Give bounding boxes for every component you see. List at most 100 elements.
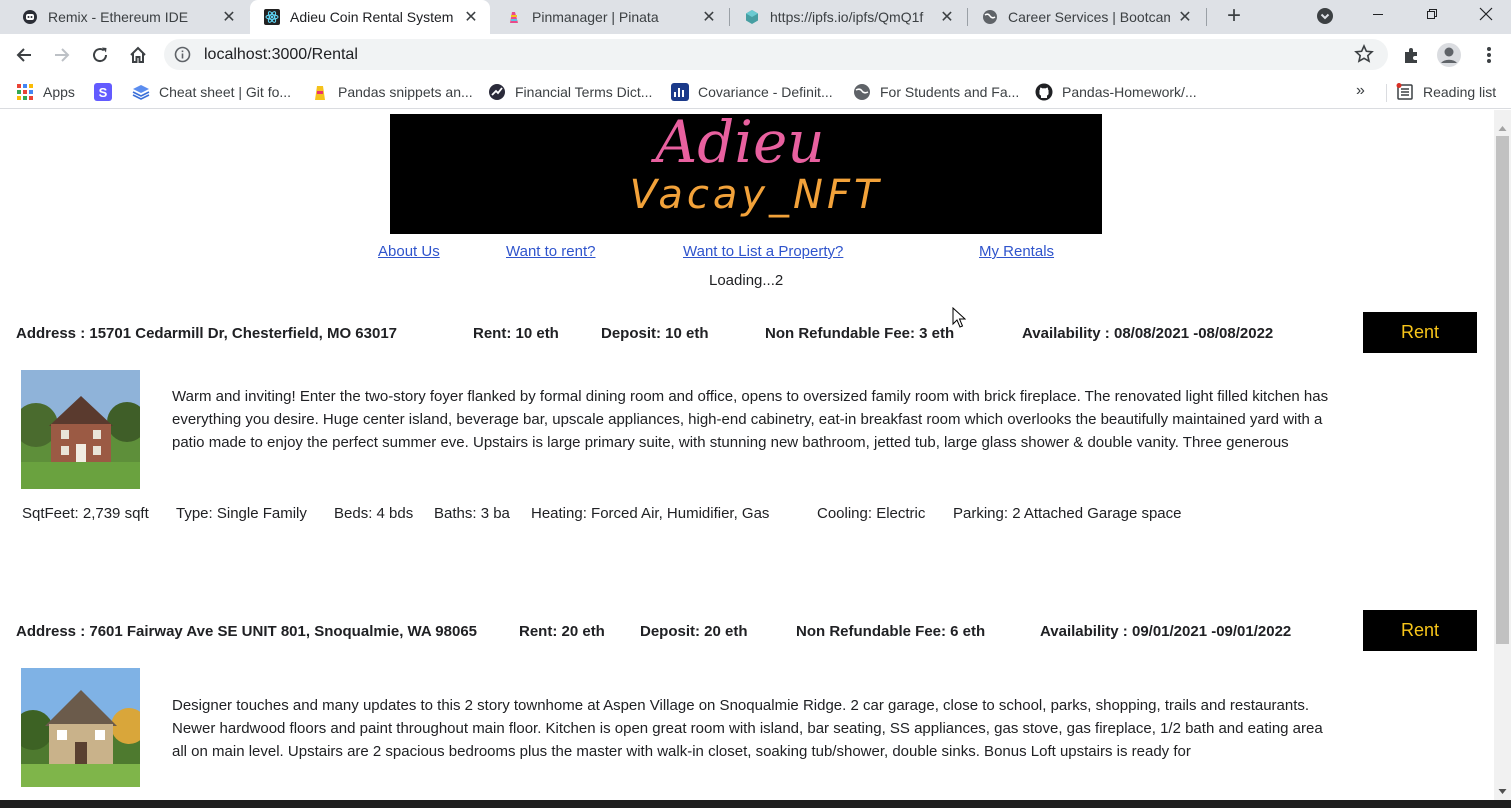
blue-stack-icon: [132, 83, 150, 101]
bookmark-students[interactable]: For Students and Fa...: [853, 82, 1019, 102]
reading-list-label: Reading list: [1423, 84, 1497, 100]
nav-my-rentals[interactable]: My Rentals: [979, 243, 1054, 260]
extensions-icon[interactable]: [1399, 42, 1425, 68]
close-tab-icon[interactable]: ✕: [462, 8, 480, 26]
tab-title: Adieu Coin Rental System: [290, 9, 454, 25]
profile-avatar-icon[interactable]: [1436, 42, 1462, 68]
tab-title: Pinmanager | Pinata: [532, 9, 659, 25]
chart-bookmark-icon: [671, 83, 689, 101]
back-icon[interactable]: [9, 40, 39, 70]
tab-title: https://ipfs.io/ipfs/QmQ1f: [770, 9, 924, 25]
listing-rent: Rent: 10 eth: [473, 325, 559, 342]
bookmark-label: Pandas-Homework/...: [1062, 84, 1197, 100]
banner-title-line1: Adieu: [650, 114, 824, 176]
close-tab-icon[interactable]: ✕: [1176, 8, 1194, 26]
page-scrollbar[interactable]: [1494, 110, 1511, 800]
react-icon: [264, 9, 280, 25]
restore-icon[interactable]: [1409, 0, 1455, 28]
close-tab-icon[interactable]: ✕: [700, 8, 718, 26]
listing-description: Warm and inviting! Enter the two-story f…: [172, 388, 1329, 451]
listing-address: Address : 7601 Fairway Ave SE UNIT 801, …: [16, 623, 478, 640]
bookmark-label: Cheat sheet | Git fo...: [159, 84, 292, 100]
feature-baths: Baths: 3 ba: [434, 505, 510, 522]
reading-list-icon: [1396, 83, 1414, 101]
tab-ipfs[interactable]: https://ipfs.io/ipfs/QmQ1f ✕: [730, 0, 966, 34]
github-icon: [1035, 83, 1053, 101]
tab-separator: [967, 8, 968, 26]
nav-want-to-rent[interactable]: Want to rent?: [506, 243, 596, 260]
bookmark-pandas-snippets[interactable]: Pandas snippets an...: [311, 82, 473, 102]
rent-button[interactable]: Rent: [1363, 610, 1477, 651]
reload-icon[interactable]: [85, 40, 115, 70]
banner-title-line2: Vacay_NFT: [630, 172, 883, 218]
bookmark-financial-terms[interactable]: Financial Terms Dict...: [488, 82, 652, 102]
svg-text:S: S: [99, 85, 108, 100]
listing-address: Address : 15701 Cedarmill Dr, Chesterfie…: [16, 325, 397, 342]
scroll-up-arrow-icon[interactable]: [1498, 120, 1507, 131]
new-tab-button[interactable]: +: [1221, 2, 1247, 29]
bookmark-label: For Students and Fa...: [880, 84, 1020, 100]
bookmark-cheat-sheet[interactable]: Cheat sheet | Git fo...: [132, 82, 291, 102]
globe-icon: [982, 9, 998, 25]
bookmarks-bar: Apps S Cheat sheet | Git fo... Pandas sn…: [0, 76, 1511, 109]
bookmark-apps[interactable]: Apps: [16, 82, 75, 102]
home-icon[interactable]: [123, 40, 153, 70]
ipfs-cube-icon: [744, 9, 760, 25]
s-bookmark-icon: S: [94, 83, 112, 101]
listing-availability: Availability : 09/01/2021 -09/01/2022: [1040, 623, 1292, 640]
browser-toolbar: localhost:3000/Rental: [0, 34, 1511, 76]
close-tab-icon[interactable]: ✕: [938, 8, 956, 26]
feature-sqft: SqtFeet: 2,739 sqft: [22, 505, 149, 522]
feature-parking: Parking: 2 Attached Garage space: [953, 505, 1182, 522]
listing-description: Designer touches and many updates to thi…: [172, 697, 1323, 760]
forward-icon[interactable]: [47, 40, 77, 70]
bookmarks-overflow-icon[interactable]: »: [1356, 82, 1365, 100]
loading-status: Loading...2: [709, 272, 784, 289]
url-text: localhost:3000/Rental: [204, 46, 358, 63]
tab-career[interactable]: Career Services | Bootcamp ✕: [968, 0, 1204, 34]
page-content: Adieu Vacay_NFT About Us Want to rent? W…: [0, 110, 1494, 800]
rent-button[interactable]: Rent: [1363, 312, 1477, 353]
tab-remix[interactable]: Remix - Ethereum IDE ✕: [8, 0, 248, 34]
bookmark-star-icon[interactable]: [1354, 44, 1374, 64]
bookmark-covariance[interactable]: Covariance - Definit...: [671, 82, 833, 102]
site-info-icon[interactable]: [174, 46, 191, 63]
nav-list-property[interactable]: Want to List a Property?: [683, 243, 843, 260]
listing-fee: Non Refundable Fee: 6 eth: [796, 623, 986, 640]
tab-separator: [729, 8, 730, 26]
listing-fee: Non Refundable Fee: 3 eth: [765, 325, 955, 342]
listing-availability: Availability : 08/08/2021 -08/08/2022: [1022, 325, 1274, 342]
scroll-down-arrow-icon[interactable]: [1498, 783, 1507, 794]
bookmark-label: Financial Terms Dict...: [515, 84, 653, 100]
tab-separator: [1206, 8, 1207, 26]
tab-pinata[interactable]: Pinmanager | Pinata ✕: [492, 0, 728, 34]
bookmark-label: Apps: [43, 84, 75, 100]
address-bar[interactable]: localhost:3000/Rental: [164, 39, 1388, 70]
pinata-icon: [506, 9, 522, 25]
reading-list-button[interactable]: Reading list: [1396, 82, 1496, 102]
yellow-bookmark-icon: [311, 83, 329, 101]
listing-rent: Rent: 20 eth: [519, 623, 605, 640]
os-taskbar: [0, 800, 1511, 808]
nav-about-us[interactable]: About Us: [378, 243, 440, 260]
mouse-cursor-icon: [952, 306, 967, 329]
feature-cooling: Cooling: Electric: [817, 505, 926, 522]
minimize-icon[interactable]: [1355, 0, 1401, 28]
menu-kebab-icon[interactable]: [1476, 42, 1502, 68]
listing-photo: [21, 370, 140, 489]
remix-icon: [22, 9, 38, 25]
scrollbar-thumb[interactable]: [1496, 136, 1509, 644]
site-banner: Adieu Vacay_NFT: [390, 114, 1102, 234]
close-tab-icon[interactable]: ✕: [220, 8, 238, 26]
listing-deposit: Deposit: 20 eth: [640, 623, 748, 640]
bookmark-pandas-homework[interactable]: Pandas-Homework/...: [1035, 82, 1197, 102]
bookmarks-divider: [1386, 84, 1387, 102]
bookmark-label: Covariance - Definit...: [698, 84, 833, 100]
bookmark-label: Pandas snippets an...: [338, 84, 473, 100]
listing-deposit: Deposit: 10 eth: [601, 325, 709, 342]
feature-beds: Beds: 4 bds: [334, 505, 414, 522]
close-window-icon[interactable]: [1463, 0, 1509, 28]
tab-adieu[interactable]: Adieu Coin Rental System ✕: [250, 0, 490, 34]
bookmark-s[interactable]: S: [94, 82, 121, 102]
tab-search-icon[interactable]: [1314, 5, 1336, 27]
